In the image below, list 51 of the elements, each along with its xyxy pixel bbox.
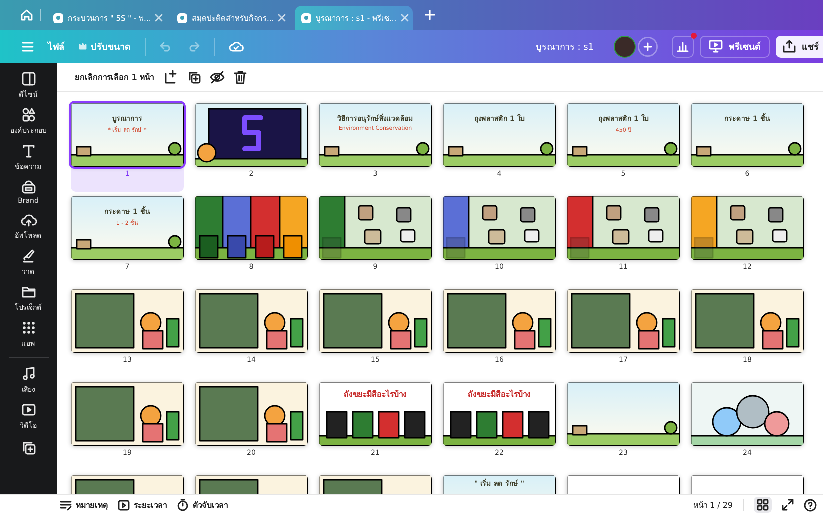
trash-icon[interactable] — [233, 70, 248, 84]
slide-thumbnail[interactable]: ถังขยะมีสีอะไรบ้าง — [319, 382, 432, 446]
duration-button[interactable]: ระยะเวลา — [118, 498, 167, 512]
page-indicator: หน้า 1 / 29 — [693, 500, 733, 512]
slide-title: ถังขยะมีสีอะไรบ้าง — [468, 388, 531, 401]
slide-title: ถังขยะมีสีอะไรบ้าง — [344, 388, 407, 401]
timer-button[interactable]: ตัวจับเวลา — [177, 498, 228, 512]
avatar[interactable] — [614, 36, 636, 58]
analytics-button[interactable] — [672, 36, 694, 58]
copy-add-icon[interactable] — [20, 440, 36, 456]
slide-thumbnail[interactable]: ถังขยะมีสีอะไรบ้าง — [443, 382, 556, 446]
grid-icon — [757, 499, 769, 511]
apps-icon — [20, 320, 36, 336]
video-icon — [20, 402, 36, 418]
presentation-icon — [709, 40, 723, 53]
present-button[interactable]: พรีเซนต์ — [700, 36, 770, 58]
grid-view-button[interactable] — [754, 497, 772, 513]
duplicate-icon[interactable] — [187, 70, 202, 84]
pen-icon — [20, 248, 36, 264]
page-icon — [53, 12, 64, 24]
add-person-icon[interactable] — [638, 36, 658, 56]
home-icon[interactable] — [20, 8, 34, 22]
close-icon[interactable] — [155, 14, 164, 22]
share-button[interactable]: แชร์ — [776, 36, 823, 58]
slide-thumbnail[interactable] — [195, 196, 308, 260]
page-icon — [301, 12, 312, 24]
deselect-button[interactable]: ยกเลิกการเลือก 1 หน้า — [75, 70, 154, 84]
fullscreen-icon[interactable] — [782, 499, 794, 511]
play-box-icon — [118, 500, 130, 510]
project-title[interactable]: บูรณาการ : s1 — [536, 40, 594, 54]
notes-icon — [60, 500, 72, 510]
help-icon[interactable] — [804, 498, 817, 512]
bar-chart-icon — [677, 41, 689, 52]
layout-icon — [20, 71, 36, 87]
cloud-upload-icon — [20, 212, 36, 228]
slide-thumbnail[interactable] — [691, 382, 804, 446]
music-icon — [20, 366, 36, 382]
crown-icon — [79, 42, 87, 50]
slide-thumbnail[interactable] — [567, 382, 680, 446]
cloud-check-icon[interactable] — [229, 41, 244, 52]
notes-button[interactable]: หมายเหตุ — [60, 498, 108, 512]
brand-icon — [20, 179, 36, 195]
hide-icon[interactable] — [210, 70, 226, 84]
close-icon[interactable] — [278, 14, 286, 22]
new-tab-icon[interactable] — [425, 10, 435, 20]
upload-icon — [783, 40, 796, 53]
add-page-icon[interactable] — [164, 70, 180, 84]
page-icon — [177, 12, 188, 24]
text-icon — [20, 143, 36, 159]
shapes-icon — [20, 107, 36, 123]
timer-icon — [177, 499, 189, 511]
